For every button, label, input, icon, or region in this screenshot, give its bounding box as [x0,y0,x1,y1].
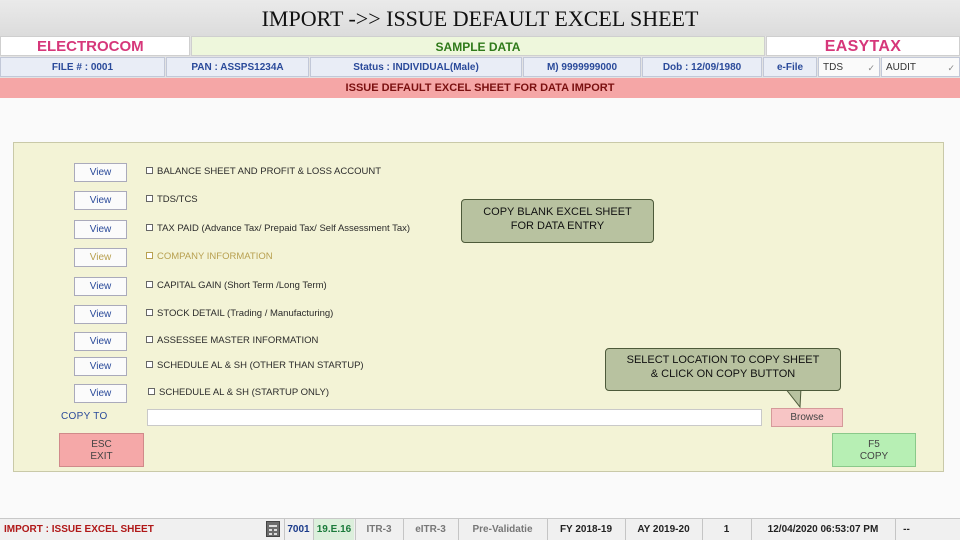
brand-logo-right: EASYTAX [766,36,960,56]
exit-button[interactable]: ESC EXIT [59,433,144,467]
sheet-item-label: BALANCE SHEET AND PROFIT & LOSS ACCOUNT [157,166,382,177]
tds-label: TDS [823,62,843,73]
sheet-item-tax-paid[interactable]: TAX PAID (Advance Tax/ Prepaid Tax/ Self… [146,219,410,238]
sheet-item-balance-sheet[interactable]: BALANCE SHEET AND PROFIT & LOSS ACCOUNT [146,162,381,181]
view-button-stock-detail[interactable]: View [74,305,127,324]
sheet-item-label: TDS/TCS [157,194,198,205]
copy-to-path-input[interactable] [147,409,762,426]
view-button-company-info[interactable]: View [74,248,127,267]
exit-label: EXIT [90,451,113,462]
copy-label: COPY [859,451,889,462]
checkbox-icon[interactable] [146,280,153,288]
status-module-name: IMPORT : ISSUE EXCEL SHEET [4,524,154,535]
browse-button[interactable]: Browse [771,408,843,427]
callout-line: COPY BLANK EXCEL SHEET [483,206,632,218]
status-pre-validation[interactable]: Pre-Validatie [458,519,546,540]
sheet-item-label: COMPANY INFORMATION [157,251,273,262]
copy-key-label: F5 [868,439,880,450]
view-button-schedule-al-startup[interactable]: View [74,384,127,403]
status-assessment-year: AY 2019-20 [625,519,701,540]
sheet-item-label: SCHEDULE AL & SH (STARTUP ONLY) [159,387,329,398]
checkbox-icon[interactable] [146,194,153,202]
mobile-info: M) 9999999000 [523,57,641,77]
checkbox-icon[interactable] [146,223,153,231]
sheet-item-schedule-al-startup[interactable]: SCHEDULE AL & SH (STARTUP ONLY) [148,383,329,402]
checkbox-icon[interactable] [148,387,155,395]
checkbox-icon[interactable] [146,308,153,316]
status-extra: -- [895,519,917,540]
view-button-assessee-master[interactable]: View [74,332,127,351]
audit-checkbox[interactable]: AUDIT ✓ [881,57,960,77]
sheet-item-company-info[interactable]: COMPANY INFORMATION [146,247,273,266]
callout-line: & CLICK ON COPY BUTTON [650,368,796,380]
checkbox-icon[interactable] [146,335,153,343]
sheet-item-label: CAPITAL GAIN (Short Term /Long Term) [157,280,327,291]
checkbox-icon[interactable] [146,251,153,259]
sheet-item-schedule-al-other[interactable]: SCHEDULE AL & SH (OTHER THAN STARTUP) [146,356,364,375]
status-version: 19.E.16 [313,519,354,540]
audit-label: AUDIT [886,62,916,73]
callout-copy-blank-sheet: COPY BLANK EXCEL SHEET FOR DATA ENTRY [461,199,654,243]
callout-select-location: SELECT LOCATION TO COPY SHEET & CLICK ON… [605,348,841,391]
status-itr3[interactable]: ITR-3 [355,519,402,540]
pan-info: PAN : ASSPS1234A [166,57,309,77]
sheet-item-capital-gain[interactable]: CAPITAL GAIN (Short Term /Long Term) [146,276,327,295]
sheet-item-label: SCHEDULE AL & SH (OTHER THAN STARTUP) [157,360,364,371]
efile-button[interactable]: e-File [763,57,817,77]
view-button-capital-gain[interactable]: View [74,277,127,296]
status-datetime: 12/04/2020 06:53:07 PM [751,519,894,540]
checkbox-icon[interactable] [146,166,153,174]
view-button-schedule-al-other[interactable]: View [74,357,127,376]
page-banner: ISSUE DEFAULT EXCEL SHEET FOR DATA IMPOR… [0,78,960,98]
brand-logo-left: ELECTROCOM [0,36,190,56]
sheet-item-label: STOCK DETAIL (Trading / Manufacturing) [157,308,334,319]
sheet-item-stock-detail[interactable]: STOCK DETAIL (Trading / Manufacturing) [146,304,333,323]
dob-info: Dob : 12/09/1980 [642,57,762,77]
file-number: FILE # : 0001 [0,57,165,77]
view-button-balance-sheet[interactable]: View [74,163,127,182]
calculator-icon[interactable] [266,521,280,537]
callout-pointer-icon [784,388,802,408]
copy-button[interactable]: F5 COPY [832,433,916,467]
audit-check-icon: ✓ [947,63,955,73]
copy-to-label: COPY TO [61,411,108,422]
status-financial-year: FY 2018-19 [547,519,624,540]
status-code: 7001 [284,519,312,540]
sheet-item-tds-tcs[interactable]: TDS/TCS [146,190,198,209]
tds-checkbox[interactable]: TDS ✓ [818,57,880,77]
checkbox-icon[interactable] [146,360,153,368]
view-button-tax-paid[interactable]: View [74,220,127,239]
view-button-tds-tcs[interactable]: View [74,191,127,210]
sample-data-title: SAMPLE DATA [191,36,765,56]
sheet-item-label: ASSESSEE MASTER INFORMATION [157,335,319,346]
status-info: Status : INDIVIDUAL(Male) [310,57,522,77]
sheet-item-label: TAX PAID (Advance Tax/ Prepaid Tax/ Self… [157,223,411,234]
status-number: 1 [702,519,750,540]
exit-key-label: ESC [91,439,112,450]
sheet-item-assessee-master[interactable]: ASSESSEE MASTER INFORMATION [146,331,318,350]
tds-check-icon: ✓ [867,63,875,73]
callout-line: SELECT LOCATION TO COPY SHEET [626,354,820,366]
slide-title: IMPORT ->> ISSUE DEFAULT EXCEL SHEET [0,0,960,36]
status-eitr3[interactable]: eITR-3 [403,519,457,540]
callout-line: FOR DATA ENTRY [510,220,605,232]
